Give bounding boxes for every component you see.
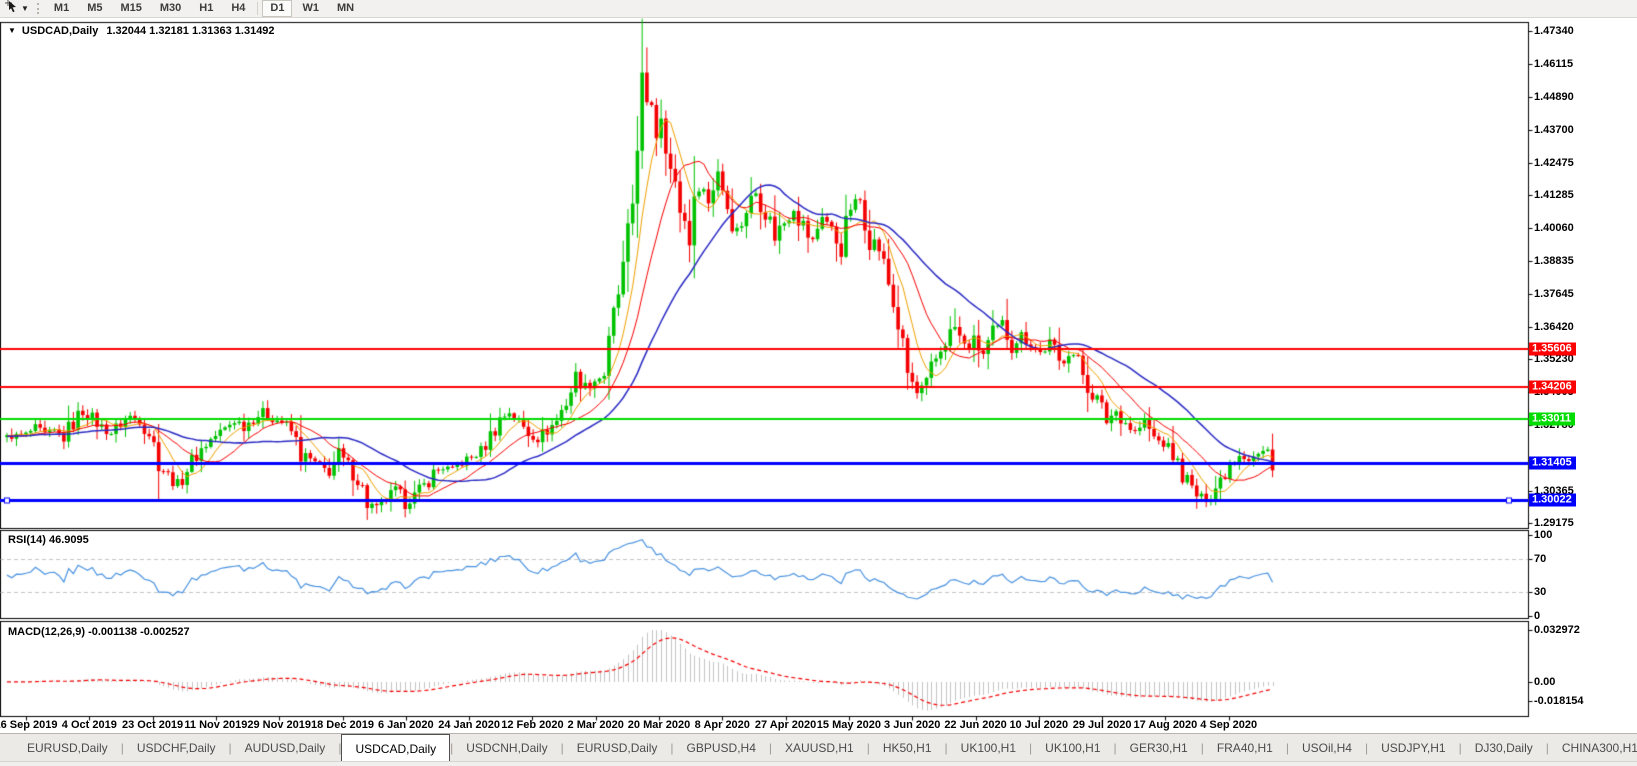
chart-tab-usdchf-daily[interactable]: USDCHF,Daily xyxy=(124,734,229,762)
chart-tab-hk50-h1[interactable]: HK50,H1 xyxy=(870,734,945,762)
status-strip xyxy=(0,761,1637,766)
chart-canvas[interactable] xyxy=(0,0,1637,766)
symbol-dropdown-icon[interactable]: ▼ xyxy=(8,26,16,35)
timeframe-button-h4[interactable]: H4 xyxy=(223,0,253,17)
date-tick-label: 24 Jan 2020 xyxy=(438,719,500,731)
chart-tabs: EURUSD,Daily|USDCHF,Daily|AUDUSD,Daily|U… xyxy=(0,734,1637,762)
chart-tab-gbpusd-h4[interactable]: GBPUSD,H4 xyxy=(674,734,769,762)
price-tick-label: 1.42475 xyxy=(1534,157,1574,169)
toolbar-grip-handle[interactable] xyxy=(37,3,39,14)
chart-tab-usdcad-daily[interactable]: USDCAD,Daily xyxy=(341,734,450,762)
timeframe-button-m1[interactable]: M1 xyxy=(46,0,77,17)
chart-tab-china300-h1[interactable]: CHINA300,H1 xyxy=(1549,734,1637,762)
date-tick-label: 17 Aug 2020 xyxy=(1133,719,1197,731)
date-tick-label: 22 Jun 2020 xyxy=(944,719,1006,731)
chart-tab-uk100-h1[interactable]: UK100,H1 xyxy=(1032,734,1113,762)
date-tick-label: 29 Nov 2019 xyxy=(247,719,311,731)
rsi-tick-label: 100 xyxy=(1534,529,1552,541)
chart-title: ▼ USDCAD,Daily 1.32044 1.32181 1.31363 1.3… xyxy=(8,25,275,37)
macd-tick-label: 0.032972 xyxy=(1534,624,1580,636)
chart-tab-bar: EURUSD,Daily|USDCHF,Daily|AUDUSD,Daily|U… xyxy=(0,733,1637,762)
price-line-badge: 1.30022 xyxy=(1529,494,1576,507)
chart-tab-eurusd-daily[interactable]: EURUSD,Daily xyxy=(564,734,671,762)
chart-tab-eurusd-daily[interactable]: EURUSD,Daily xyxy=(14,734,121,762)
timeframe-button-d1[interactable]: D1 xyxy=(262,0,292,17)
price-tick-label: 1.41285 xyxy=(1534,189,1574,201)
price-tick-label: 1.38835 xyxy=(1534,255,1574,267)
timeframe-button-m5[interactable]: M5 xyxy=(79,0,110,17)
date-tick-label: 18 Dec 2019 xyxy=(311,719,374,731)
price-line-badge: 1.33011 xyxy=(1529,413,1575,426)
price-tick-label: 1.29175 xyxy=(1534,517,1574,529)
date-tick-label: 6 Jan 2020 xyxy=(378,719,434,731)
chart-tab-xauusd-h1[interactable]: XAUUSD,H1 xyxy=(772,734,867,762)
chart-tab-dj30-daily[interactable]: DJ30,Daily xyxy=(1462,734,1546,762)
price-tick-label: 1.44890 xyxy=(1534,91,1574,103)
price-line-badge: 1.34206 xyxy=(1529,380,1576,393)
chart-tab-fra40-h1[interactable]: FRA40,H1 xyxy=(1204,734,1286,762)
timeframe-button-m30[interactable]: M30 xyxy=(152,0,189,17)
timeframe-button-group: M1M5M15M30H1H4 D1W1MN xyxy=(45,0,363,17)
date-tick-label: 2 Mar 2020 xyxy=(568,719,624,731)
price-tick-label: 1.47340 xyxy=(1534,25,1574,37)
date-tick-label: 4 Oct 2019 xyxy=(62,719,117,731)
date-tick-label: 29 Jul 2020 xyxy=(1073,719,1132,731)
price-line-badge: 1.35606 xyxy=(1529,342,1576,355)
toolbar-separator xyxy=(257,2,258,15)
date-tick-label: 12 Feb 2020 xyxy=(501,719,563,731)
chart-tab-ger30-h1[interactable]: GER30,H1 xyxy=(1117,734,1201,762)
timeframe-button-h1[interactable]: H1 xyxy=(191,0,221,17)
date-tick-label: 4 Sep 2020 xyxy=(1200,719,1257,731)
price-tick-label: 1.40060 xyxy=(1534,222,1574,234)
chart-tab-usoil-h4[interactable]: USOil,H4 xyxy=(1289,734,1365,762)
ohlc-quote-values: 1.32044 1.32181 1.31363 1.31492 xyxy=(106,25,274,37)
date-tick-label: 23 Oct 2019 xyxy=(122,719,183,731)
chart-tab-uk100-h1[interactable]: UK100,H1 xyxy=(948,734,1029,762)
date-tick-label: 16 Sep 2019 xyxy=(0,719,58,731)
price-tick-label: 1.43700 xyxy=(1534,124,1574,136)
crosshair-tool-button[interactable]: ▼ xyxy=(0,1,33,16)
date-tick-label: 11 Nov 2019 xyxy=(184,719,247,731)
date-tick-label: 15 May 2020 xyxy=(817,719,881,731)
price-tick-label: 1.37645 xyxy=(1534,288,1574,300)
macd-indicator-label: MACD(12,26,9) -0.001138 -0.002527 xyxy=(8,626,190,638)
rsi-tick-label: 30 xyxy=(1534,586,1546,598)
rsi-tick-label: 0 xyxy=(1534,610,1540,622)
date-tick-label: 8 Apr 2020 xyxy=(695,719,750,731)
price-line-badge: 1.31405 xyxy=(1529,456,1576,469)
date-tick-label: 3 Jun 2020 xyxy=(884,719,940,731)
symbol-period-label: USDCAD,Daily xyxy=(22,25,98,37)
crosshair-icon xyxy=(4,0,19,18)
price-tick-label: 1.46115 xyxy=(1534,58,1573,70)
timeframe-button-m15[interactable]: M15 xyxy=(112,0,149,17)
rsi-indicator-label: RSI(14) 46.9095 xyxy=(8,534,89,546)
chevron-down-icon: ▼ xyxy=(21,4,29,13)
date-tick-label: 10 Jul 2020 xyxy=(1009,719,1068,731)
rsi-tick-label: 70 xyxy=(1534,553,1546,565)
date-tick-label: 20 Mar 2020 xyxy=(628,719,690,731)
chart-tab-usdcnh-daily[interactable]: USDCNH,Daily xyxy=(453,734,560,762)
timeframe-button-mn[interactable]: MN xyxy=(329,0,362,17)
chart-tab-audusd-daily[interactable]: AUDUSD,Daily xyxy=(232,734,339,762)
date-tick-label: 27 Apr 2020 xyxy=(755,719,816,731)
top-toolbar: ▼ M1M5M15M30H1H4 D1W1MN xyxy=(0,0,1637,18)
macd-tick-label: -0.018154 xyxy=(1534,695,1584,707)
price-tick-label: 1.36420 xyxy=(1534,321,1574,333)
chart-tab-usdjpy-h1[interactable]: USDJPY,H1 xyxy=(1368,734,1458,762)
macd-tick-label: 0.00 xyxy=(1534,676,1555,688)
timeframe-button-w1[interactable]: W1 xyxy=(294,0,327,17)
